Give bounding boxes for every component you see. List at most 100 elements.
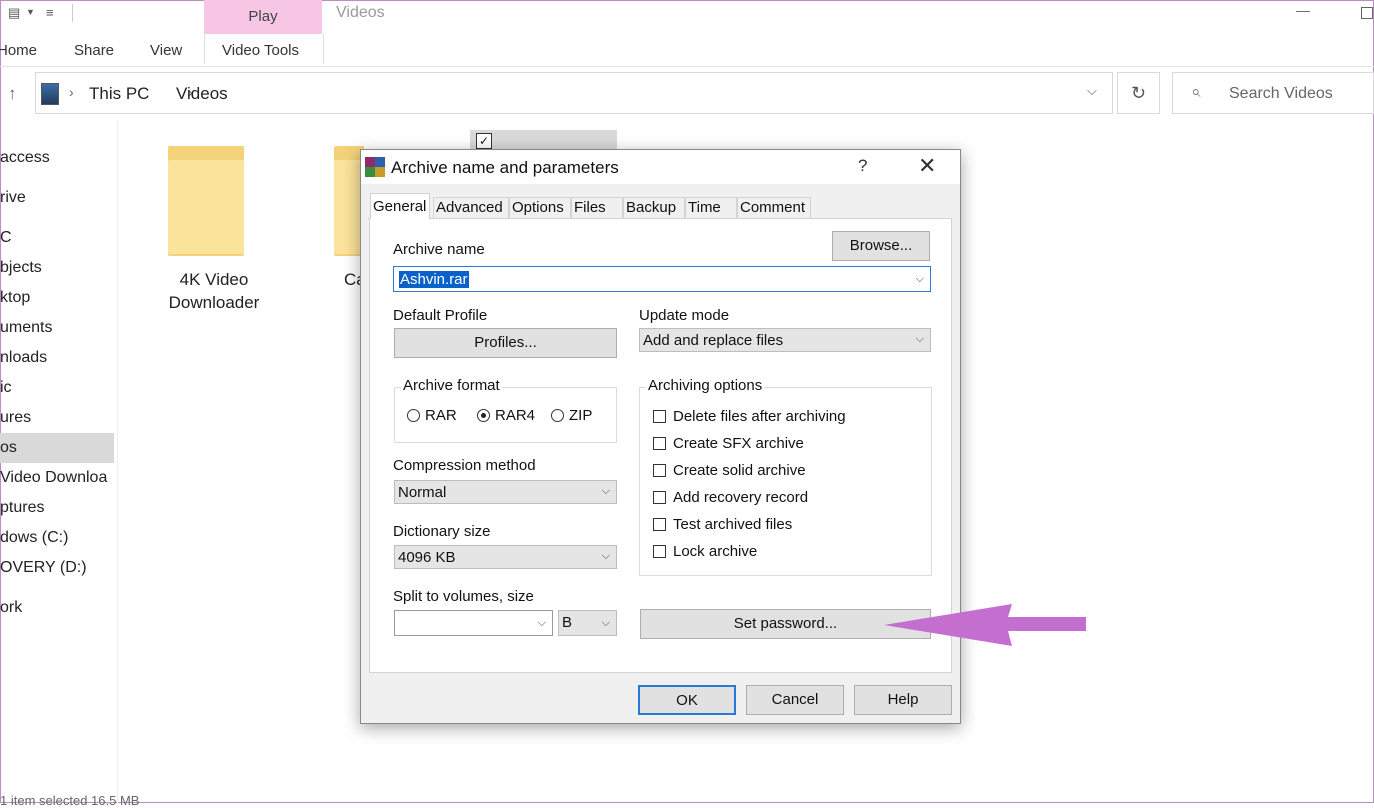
archiving-options-label: Archiving options [646, 377, 765, 394]
minimize-icon[interactable]: — [1296, 2, 1310, 18]
sidebar-item[interactable]: rive [0, 183, 114, 213]
properties-icon[interactable]: ▤ [8, 5, 20, 21]
tab-video-tools[interactable]: Video Tools [222, 42, 299, 59]
refresh-icon[interactable]: ↻ [1117, 72, 1160, 114]
browse-button[interactable]: Browse... [832, 231, 930, 261]
dictionary-size-label: Dictionary size [393, 523, 491, 540]
sidebar-item[interactable]: ktop [0, 283, 114, 313]
tab-comment[interactable]: Comment [737, 197, 811, 218]
archive-format-label: Archive format [401, 377, 502, 394]
ribbon-divider [0, 66, 1374, 67]
split-volumes-label: Split to volumes, size [393, 588, 534, 605]
breadcrumb-videos[interactable]: Videos [176, 84, 228, 104]
customize-toolbar-icon[interactable]: ≡ [46, 5, 54, 20]
folder-icon[interactable] [168, 146, 244, 256]
compression-method-select[interactable]: Normal ⌵ [394, 480, 617, 504]
sidebar-item[interactable]: access [0, 143, 114, 173]
sidebar-item[interactable]: ptures [0, 493, 114, 523]
tab-view[interactable]: View [150, 42, 182, 59]
help-button[interactable]: Help [854, 685, 952, 715]
close-icon[interactable]: ✕ [918, 153, 936, 179]
toolbar-divider [72, 4, 73, 22]
nav-divider [117, 120, 118, 803]
chevron-down-icon[interactable]: ⌵ [538, 617, 546, 630]
tab-time[interactable]: Time [685, 197, 737, 218]
sidebar-item[interactable]: ork [0, 593, 114, 623]
option-label[interactable]: Lock archive [673, 543, 757, 560]
dictionary-size-select[interactable]: 4096 KB ⌵ [394, 545, 617, 569]
search-box[interactable]: ⌕ Search Videos [1172, 72, 1374, 114]
help-icon[interactable]: ? [858, 156, 867, 176]
tab-options[interactable]: Options [509, 197, 571, 218]
dialog-title: Archive name and parameters [391, 158, 619, 177]
profiles-button[interactable]: Profiles... [394, 328, 617, 358]
maximize-icon[interactable] [1361, 7, 1373, 19]
split-unit-select[interactable]: B ⌵ [558, 610, 617, 636]
sidebar-item[interactable]: ures [0, 403, 114, 433]
radio-rar4-label[interactable]: RAR4 [495, 407, 535, 424]
option-checkbox[interactable] [653, 545, 666, 558]
sidebar-item[interactable]: OVERY (D:) [0, 553, 114, 583]
sidebar-item[interactable]: ic [0, 373, 114, 403]
option-label[interactable]: Add recovery record [673, 489, 808, 506]
sidebar-item[interactable]: nloads [0, 343, 114, 373]
chevron-right-icon[interactable]: › [69, 84, 74, 100]
archive-name-input[interactable]: Ashvin.rar ⌵ [393, 266, 931, 292]
tab-advanced[interactable]: Advanced [433, 197, 509, 218]
window-title: Videos [336, 4, 385, 21]
sidebar-item[interactable]: bjects [0, 253, 114, 283]
folder-label-line: Downloader [168, 293, 260, 312]
chevron-down-icon: ⌵ [915, 333, 924, 345]
option-checkbox[interactable] [653, 491, 666, 504]
split-size-input[interactable]: ⌵ [394, 610, 553, 636]
winrar-icon [365, 157, 385, 177]
chevron-down-icon: ⌵ [601, 485, 610, 497]
tab-general[interactable]: General [370, 193, 430, 219]
sidebar-item[interactable]: dows (C:) [0, 523, 114, 553]
option-checkbox[interactable] [653, 518, 666, 531]
archive-name-label: Archive name [393, 241, 485, 258]
contextual-tab-play[interactable]: Play [204, 0, 322, 34]
tab-share[interactable]: Share [74, 42, 114, 59]
cancel-button[interactable]: Cancel [746, 685, 844, 715]
tab-home[interactable]: Home [0, 42, 37, 59]
contextual-tab-label: Play [248, 8, 278, 25]
option-label[interactable]: Test archived files [673, 516, 792, 533]
chevron-down-icon[interactable]: ⌵ [916, 273, 924, 286]
radio-rar4[interactable] [477, 409, 490, 422]
radio-zip[interactable] [551, 409, 564, 422]
split-unit-value: B [562, 614, 573, 631]
item-checkbox[interactable]: ✓ [476, 133, 492, 149]
radio-rar[interactable] [407, 409, 420, 422]
sidebar-item[interactable]: C [0, 223, 114, 253]
folder-label-line: 4K Video [179, 270, 249, 289]
chevron-down-icon[interactable]: ▼ [26, 7, 35, 17]
tab-backup[interactable]: Backup [623, 197, 685, 218]
sidebar-item[interactable]: os [0, 433, 114, 463]
up-arrow-icon[interactable]: ↑ [8, 84, 17, 104]
sidebar-item[interactable]: Video Downloa [0, 463, 114, 493]
update-mode-label: Update mode [639, 307, 730, 324]
chevron-down-icon[interactable]: ⌵ [1087, 83, 1097, 99]
option-label[interactable]: Create solid archive [673, 462, 806, 479]
archive-dialog: Archive name and parameters ? ✕ General … [360, 149, 961, 724]
folder-label-4k-video-downloader[interactable]: 4K Video Downloader [150, 268, 278, 314]
radio-zip-label[interactable]: ZIP [569, 407, 592, 424]
dialog-titlebar: Archive name and parameters ? ✕ [361, 150, 960, 184]
option-checkbox[interactable] [653, 464, 666, 477]
option-checkbox[interactable] [653, 410, 666, 423]
status-bar: 1 item selected 16.5 MB [0, 793, 140, 808]
breadcrumb-this-pc[interactable]: This PC [89, 84, 149, 104]
chevron-down-icon: ⌵ [601, 550, 610, 562]
archive-name-value: Ashvin.rar [399, 271, 469, 288]
sidebar-item[interactable]: uments [0, 313, 114, 343]
address-bar[interactable]: › This PC › Videos ⌵ [35, 72, 1113, 114]
ok-button[interactable]: OK [638, 685, 736, 715]
option-label[interactable]: Delete files after archiving [673, 408, 846, 425]
option-label[interactable]: Create SFX archive [673, 435, 804, 452]
radio-rar-label[interactable]: RAR [425, 407, 457, 424]
default-profile-label: Default Profile [393, 307, 488, 324]
tab-files[interactable]: Files [571, 197, 623, 218]
option-checkbox[interactable] [653, 437, 666, 450]
update-mode-select[interactable]: Add and replace files ⌵ [639, 328, 931, 352]
